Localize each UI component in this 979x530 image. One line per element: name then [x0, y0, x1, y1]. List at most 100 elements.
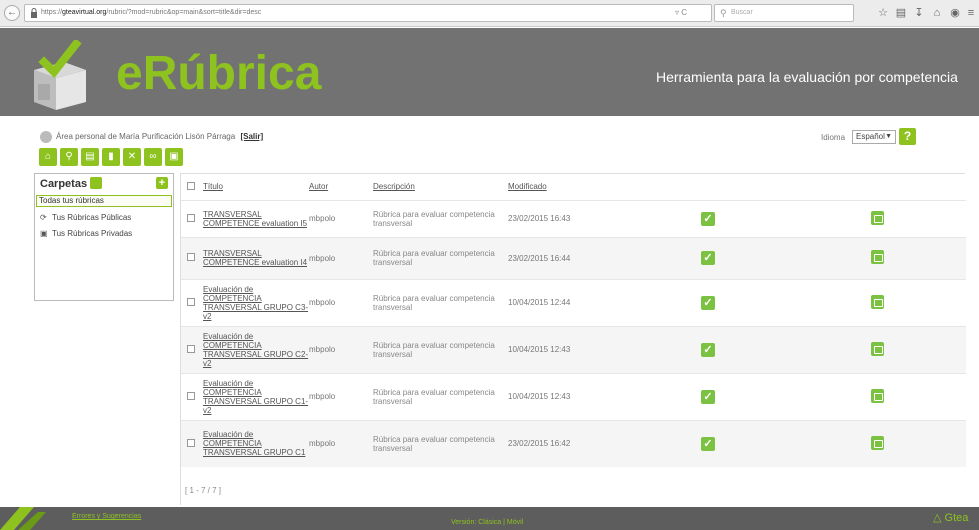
feedback-link[interactable]: Errores y Sugerencias [72, 513, 141, 520]
table-row: Evaluación de COMPETENCIA TRANSVERSAL GR… [181, 419, 966, 467]
row-checkbox[interactable] [187, 297, 195, 306]
folders-title: Carpetas [40, 178, 88, 190]
search-icon: ⚲ [65, 151, 73, 162]
help-button[interactable]: ? [899, 128, 916, 145]
row-checkbox[interactable] [187, 253, 195, 261]
table-row: TRANSVERSAL COMPETENCE evaluation I5 mbpo… [181, 199, 966, 237]
rubric-title-link[interactable]: Evaluación de COMPETENCIA TRANSVERSAL GR… [203, 430, 309, 457]
view-document-icon[interactable] [870, 388, 884, 403]
view-document-icon[interactable] [870, 435, 884, 450]
action-toolbar: ⌂ ⚲ ▤ ▮ ✕ ∞ ▣ [39, 148, 183, 166]
delete-icon: ✕ [127, 151, 137, 162]
language-selected: Español [856, 132, 885, 141]
rubric-title-link[interactable]: Evaluación de COMPETENCIA TRANSVERSAL GR… [203, 332, 309, 368]
reading-list-icon[interactable]: ▤ [894, 6, 908, 20]
row-checkbox[interactable] [187, 344, 195, 353]
address-bar[interactable]: https://gteavirtual.org/rubric/?mod=rubr… [24, 4, 712, 22]
lock-icon [31, 8, 37, 18]
rubric-description: Rúbrica para evaluar competencia transve… [373, 209, 495, 228]
ballot-box-logo-icon [34, 40, 86, 110]
evaluate-check-icon[interactable]: ✓ [701, 211, 715, 226]
logout-link[interactable]: [Salir] [240, 132, 263, 141]
evaluate-check-icon[interactable]: ✓ [701, 251, 715, 265]
link-button[interactable]: ∞ [144, 148, 162, 166]
rubric-description: Rúbrica para evaluar competencia transve… [373, 249, 495, 267]
row-checkbox[interactable] [187, 391, 195, 400]
browser-search-input[interactable]: ⚲ Buscar [714, 4, 854, 22]
rubric-author: mbpolo [309, 199, 373, 237]
home-button[interactable]: ⌂ [39, 148, 57, 166]
delete-button[interactable]: ✕ [123, 148, 141, 166]
row-checkbox[interactable] [187, 213, 195, 222]
row-checkbox[interactable] [187, 438, 195, 447]
column-author[interactable]: Autor [309, 182, 328, 191]
menu-icon[interactable]: ≡ [964, 6, 978, 20]
rubric-description: Rúbrica para evaluar competencia transve… [373, 434, 495, 453]
rubric-modified: 10/04/2015 12:43 [508, 372, 628, 420]
footer-logo-shape [0, 507, 46, 530]
rubric-title-link[interactable]: Evaluación de COMPETENCIA TRANSVERSAL GR… [203, 285, 309, 321]
rubric-modified: 23/02/2015 16:44 [508, 236, 628, 279]
sidebar-item-label: Tus Rúbricas Públicas [52, 213, 132, 222]
evaluate-check-icon[interactable]: ✓ [701, 389, 715, 404]
back-button[interactable]: ← [4, 5, 20, 21]
column-modified[interactable]: Modificado [508, 182, 547, 191]
link-icon: ∞ [149, 151, 157, 162]
app-tagline: Herramienta para la evaluación por compe… [656, 69, 958, 85]
url-host: gteavirtual.org [62, 9, 107, 16]
rubric-author: mbpolo [309, 325, 373, 373]
bookmark-star-icon[interactable]: ☆ [876, 6, 890, 20]
view-document-icon[interactable] [870, 341, 884, 356]
app-header: eRúbrica Herramienta para la evaluación … [0, 28, 979, 116]
rubric-title-link[interactable]: Evaluación de COMPETENCIA TRANSVERSAL GR… [203, 379, 309, 415]
rubric-description: Rúbrica para evaluar competencia transve… [373, 387, 495, 406]
folders-panel: Carpetas + Todas tus rúbricas ⟳ Tus Rúbri… [34, 173, 174, 301]
sidebar-item-all[interactable]: Todas tus rúbricas [36, 195, 172, 207]
export-pdf-button[interactable]: ▮ [102, 148, 120, 166]
reload-icon[interactable]: ▿ C [675, 8, 687, 17]
table-row: Evaluación de COMPETENCIA TRANSVERSAL GR… [181, 325, 966, 373]
column-description[interactable]: Descripción [373, 182, 415, 191]
edit-folder-icon[interactable] [90, 177, 102, 189]
sidebar-item-private[interactable]: ▣ Tus Rúbricas Privadas [40, 229, 132, 238]
rubric-author: mbpolo [309, 236, 373, 279]
pagination: [ 1 - 7 / 7 ] [185, 486, 222, 495]
search-icon: ⚲ [720, 8, 727, 18]
view-document-icon[interactable] [870, 210, 884, 225]
table-header-row: Título Autor Descripción Modificado [181, 174, 966, 200]
new-rubric-button[interactable]: ▤ [81, 148, 99, 166]
user-icon [40, 131, 52, 143]
rubric-description: Rúbrica para evaluar competencia transve… [373, 293, 495, 312]
select-all-checkbox[interactable] [187, 181, 195, 190]
rubric-modified: 10/04/2015 12:44 [508, 278, 628, 326]
rubric-title-link[interactable]: TRANSVERSAL COMPETENCE evaluation I5 [203, 210, 309, 228]
home-icon[interactable]: ⌂ [930, 6, 944, 20]
search-button[interactable]: ⚲ [60, 148, 78, 166]
column-title[interactable]: Título [203, 182, 223, 191]
private-folder-icon: ▣ [40, 229, 48, 238]
pocket-icon[interactable]: ◉ [948, 6, 962, 20]
gtea-logo: △ Gtea [933, 511, 968, 524]
sidebar-item-public[interactable]: ⟳ Tus Rúbricas Públicas [40, 213, 131, 222]
add-folder-button[interactable]: + [156, 177, 168, 189]
evaluate-check-icon[interactable]: ✓ [701, 436, 715, 451]
evaluate-check-icon[interactable]: ✓ [701, 295, 715, 310]
rubrics-list: Título Autor Descripción Modificado TRAN… [180, 173, 966, 505]
table-row: Evaluación de COMPETENCIA TRANSVERSAL GR… [181, 278, 966, 326]
home-icon: ⌂ [44, 151, 52, 162]
version-links[interactable]: Versión: Clásica | Móvil [451, 519, 523, 526]
rubric-author: mbpolo [309, 419, 373, 467]
download-icon[interactable]: ↧ [912, 6, 926, 20]
evaluate-check-icon[interactable]: ✓ [701, 342, 715, 357]
gtea-triangle-icon: △ [933, 512, 942, 524]
table-row: TRANSVERSAL COMPETENCE evaluation I4 mbpo… [181, 236, 966, 279]
url-path: /rubric/?mod=rubric&op=main&sort=title&d… [106, 9, 262, 16]
rubric-title-link[interactable]: TRANSVERSAL COMPETENCE evaluation I4 [203, 249, 309, 267]
language-select[interactable]: Español ▼ [852, 130, 896, 144]
view-document-icon[interactable] [870, 294, 884, 309]
view-document-icon[interactable] [870, 250, 884, 264]
chevron-down-icon: ▼ [885, 133, 892, 140]
url-text: https://gteavirtual.org/rubric/?mod=rubr… [41, 9, 261, 16]
print-button[interactable]: ▣ [165, 148, 183, 166]
browser-toolbar: ← https://gteavirtual.org/rubric/?mod=ru… [0, 0, 979, 27]
